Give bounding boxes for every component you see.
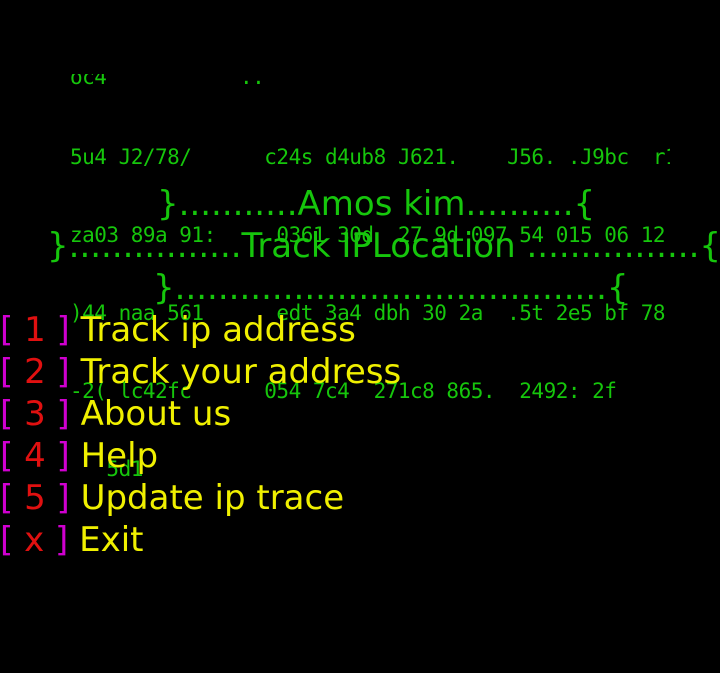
separator-line: }.......................................… bbox=[153, 268, 629, 308]
menu-key: 5 bbox=[13, 478, 57, 518]
ascii-banner: oc4 .. 5u4 J2/78/ c24s d4ub8 J621. J56. … bbox=[70, 22, 670, 481]
menu-item-track-ip[interactable]: [ 1 ] Track ip address bbox=[0, 309, 401, 351]
bracket-close: ] bbox=[56, 310, 70, 350]
bracket-close: ] bbox=[56, 394, 70, 434]
menu-label: Track your address bbox=[69, 352, 402, 392]
menu-item-exit[interactable]: [ x ] Exit bbox=[0, 519, 401, 561]
menu-item-help[interactable]: [ 4 ] Help bbox=[0, 435, 401, 477]
menu-key: 4 bbox=[13, 436, 57, 476]
banner-line-1: 5u4 J2/78/ c24s d4ub8 J621. J56. .J9bc r… bbox=[70, 145, 670, 169]
author-line: }...........Amos kim..........{ bbox=[157, 184, 596, 224]
menu-item-about-us[interactable]: [ 3 ] About us bbox=[0, 393, 401, 435]
menu-item-update-ip-trace[interactable]: [ 5 ] Update ip trace bbox=[0, 477, 401, 519]
bracket-close: ] bbox=[56, 352, 70, 392]
bracket-close: ] bbox=[56, 478, 70, 518]
banner-line-top: oc4 .. bbox=[70, 74, 670, 92]
bracket-open: [ bbox=[0, 478, 14, 518]
bracket-close: ] bbox=[56, 436, 70, 476]
bracket-open: [ bbox=[0, 352, 14, 392]
menu-key: x bbox=[13, 520, 56, 560]
menu-key: 3 bbox=[13, 394, 57, 434]
menu-label: Exit bbox=[68, 520, 144, 560]
bracket-open: [ bbox=[0, 436, 14, 476]
bracket-open: [ bbox=[0, 520, 14, 560]
menu-item-track-your-address[interactable]: [ 2 ] Track your address bbox=[0, 351, 401, 393]
menu-label: Help bbox=[69, 436, 159, 476]
menu-label: Update ip trace bbox=[69, 478, 345, 518]
app-title-line: }................Track IPLocation ......… bbox=[47, 226, 720, 266]
bracket-close: ] bbox=[55, 520, 69, 560]
menu-label: About us bbox=[69, 394, 232, 434]
bracket-open: [ bbox=[0, 394, 14, 434]
menu-label: Track ip address bbox=[69, 310, 356, 350]
main-menu: [ 1 ] Track ip address [ 2 ] Track your … bbox=[0, 309, 401, 561]
menu-key: 1 bbox=[13, 310, 57, 350]
menu-key: 2 bbox=[13, 352, 57, 392]
banner-top-fragment: oc4 .. bbox=[70, 74, 265, 89]
bracket-open: [ bbox=[0, 310, 14, 350]
